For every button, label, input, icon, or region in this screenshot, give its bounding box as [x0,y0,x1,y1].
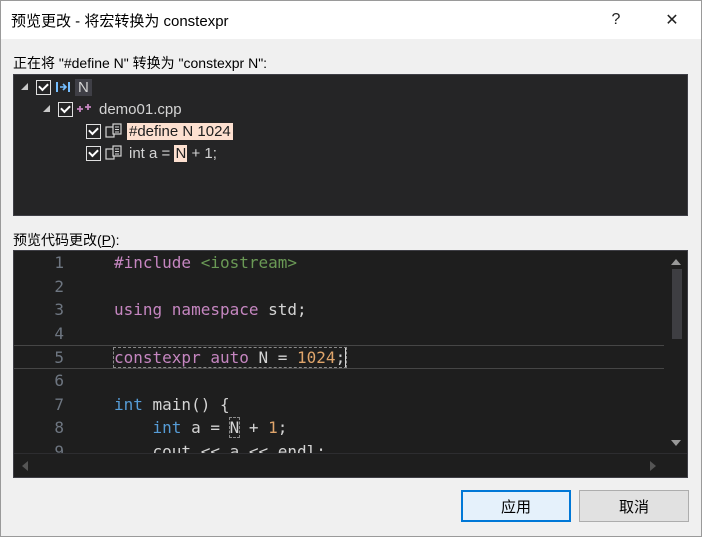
cpp-file-icon [77,102,93,116]
code-token: <iostream> [200,253,298,272]
code-line: 2 [14,275,664,299]
change-label-prefix: int a = [129,144,175,162]
collapse-icon[interactable] [42,104,52,114]
tree-change-row[interactable]: int a = N + 1; [80,143,219,163]
root-label: N [75,78,92,96]
code-line: 8 int a = N + 1; [14,416,664,440]
code-change-icon [105,145,123,161]
scroll-thumb[interactable] [672,269,682,339]
help-button[interactable]: ? [593,1,639,39]
change-label: #define N 1024 [127,122,233,140]
apply-button[interactable]: 应用 [461,490,571,522]
code-token: int [114,394,153,414]
preview-label-text: 预览代码更改( [13,232,102,248]
code-text: using namespace std; [114,298,307,322]
code-token: 1 [268,418,278,438]
preview-label-suffix: ): [111,232,120,248]
line-number: 4 [54,323,64,343]
replaced-statement: constexpr auto N = 1024; [112,347,348,369]
tree-file-row[interactable]: demo01.cpp [42,99,184,119]
code-token: ; [277,418,288,438]
line-number: 6 [54,371,64,390]
code-token: using [114,300,172,320]
code-token: 1024 [297,348,336,368]
code-token: N = [258,348,298,368]
line-number: 2 [54,276,64,296]
file-label: demo01.cpp [99,100,182,118]
scroll-up-icon[interactable] [671,259,681,265]
code-token: ; [335,348,346,368]
root-checkbox[interactable] [36,79,51,95]
code-line: 3 using namespace std; [14,298,664,322]
code-line: 4 [14,322,664,346]
code-token: N [228,417,241,439]
code-change-icon [105,123,123,139]
change-label: int a = N + 1; [127,144,219,162]
code-token: namespace [171,300,269,320]
window-title: 预览更改 - 将宏转换为 constexpr [11,13,229,30]
code-token: main() { [152,394,230,414]
vertical-scrollbar[interactable] [665,251,687,451]
dialog-window: 预览更改 - 将宏转换为 constexpr ? ✕ 正在将 "#define … [0,0,702,537]
preview-label: 预览代码更改(P): [13,230,120,250]
code-text: int main() { [114,393,230,417]
tree-change-row[interactable]: #define N 1024 [80,121,233,141]
code-text: #include <iostream> [114,251,297,275]
code-token: std; [268,300,307,320]
horizontal-scrollbar[interactable] [14,453,687,477]
symbol-arrow-icon [55,80,71,94]
line-number: 3 [54,300,64,320]
scroll-left-icon[interactable] [22,461,28,471]
code-token: int [152,418,192,438]
title-bar: 预览更改 - 将宏转换为 constexpr ? ✕ [1,1,701,39]
code-line: 1 #include <iostream> [14,251,664,275]
code-token: #include [114,253,201,272]
line-number: 5 [54,348,64,368]
change-label-suffix: + 1; [187,144,217,162]
file-checkbox[interactable] [58,101,73,117]
cancel-button[interactable]: 取消 [579,490,689,522]
code-line: 6 [14,369,664,393]
code-token: auto [210,348,259,368]
tree-root-row[interactable]: N [20,77,92,97]
code-text: int a = N + 1; [114,416,287,440]
code-token: a = [191,418,230,438]
change-checkbox[interactable] [86,123,101,139]
help-icon: ? [611,11,621,28]
preview-label-accelerator: P [101,232,112,248]
scroll-down-icon[interactable] [671,440,681,446]
scroll-right-icon[interactable] [650,461,656,471]
changes-tree[interactable]: N demo01.cpp #define N 1024 int a = N + … [13,74,688,216]
code-line: 7 int main() { [14,393,664,417]
close-icon: ✕ [665,12,679,29]
changes-tree-label: 正在将 "#define N" 转换为 "constexpr N": [13,55,268,71]
close-button[interactable]: ✕ [649,1,695,39]
code-token: + [239,418,269,438]
code-text: constexpr auto N = 1024; [112,346,348,370]
line-number: 8 [54,418,64,438]
change-label-highlight: N [174,144,188,162]
code-line: 5 constexpr auto N = 1024; [14,345,664,370]
change-checkbox[interactable] [86,145,101,161]
collapse-icon[interactable] [20,82,30,92]
line-number: 1 [54,253,64,272]
code-token: constexpr [114,348,211,368]
code-preview-editor[interactable]: 1 #include <iostream> 2 3 using namespace st… [13,250,688,478]
line-number: 7 [54,394,64,414]
